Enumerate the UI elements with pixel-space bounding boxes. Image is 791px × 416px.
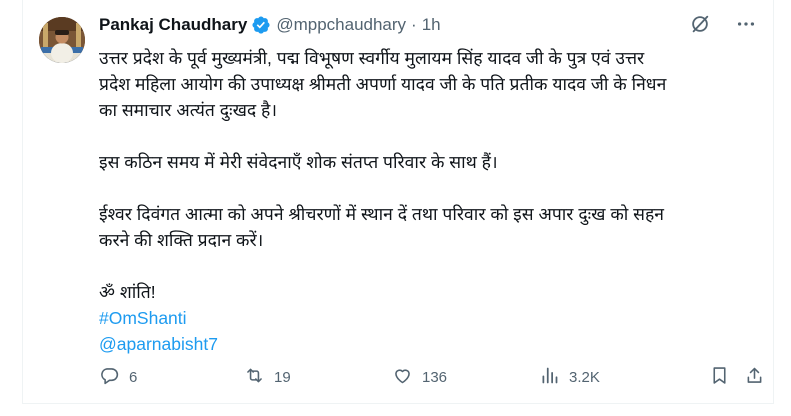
mention-link[interactable]: @aparnabisht7 bbox=[99, 331, 759, 357]
tweet-text: उत्तर प्रदेश के पूर्व मुख्यमंत्री, पद्म … bbox=[99, 45, 759, 357]
separator-dot: · bbox=[411, 15, 417, 34]
reply-icon bbox=[99, 365, 120, 390]
text-line: उत्तर प्रदेश के पूर्व मुख्यमंत्री, पद्म … bbox=[99, 48, 645, 68]
reply-count: 6 bbox=[129, 368, 138, 386]
repost-button[interactable]: 19 bbox=[244, 365, 291, 389]
author-name[interactable]: Pankaj Chaudhary bbox=[99, 15, 247, 35]
paragraph-3: ईश्वर दिवंगत आत्मा को अपने श्रीचरणों में… bbox=[99, 201, 759, 253]
paragraph-1: उत्तर प्रदेश के पूर्व मुख्यमंत्री, पद्म … bbox=[99, 45, 759, 123]
tweet-header: Pankaj Chaudhary @mppchaudhary · 1h bbox=[99, 13, 757, 37]
text-line: का समाचार अत्यंत दुःखद है। bbox=[99, 100, 277, 120]
views-button[interactable]: 3.2K bbox=[539, 365, 600, 389]
repost-icon bbox=[244, 365, 265, 390]
views-count: 3.2K bbox=[569, 368, 600, 386]
tweet-card[interactable]: Pankaj Chaudhary @mppchaudhary · 1h उत्त… bbox=[22, 0, 774, 404]
avatar[interactable] bbox=[39, 17, 85, 63]
reply-button[interactable]: 6 bbox=[99, 365, 137, 389]
header-actions bbox=[689, 13, 757, 35]
text-line: प्रदेश महिला आयोग की उपाध्यक्ष श्रीमती अ… bbox=[99, 74, 667, 94]
like-button[interactable]: 136 bbox=[392, 365, 447, 389]
hashtag-link[interactable]: #OmShanti bbox=[99, 305, 759, 331]
text-line: ईश्वर दिवंगत आत्मा को अपने श्रीचरणों में… bbox=[99, 204, 664, 224]
more-icon[interactable] bbox=[735, 13, 757, 35]
avatar-photo bbox=[39, 17, 85, 63]
share-button[interactable] bbox=[744, 365, 765, 389]
text-line: करने की शक्ति प्रदान करें। bbox=[99, 230, 264, 250]
author-handle[interactable]: @mppchaudhary bbox=[276, 15, 406, 35]
share-icon bbox=[744, 365, 765, 390]
paragraph-4: ॐ शांति! #OmShanti @aparnabisht7 bbox=[99, 279, 759, 357]
bookmark-button[interactable] bbox=[709, 365, 730, 389]
closing-text: ॐ शांति! bbox=[99, 282, 156, 302]
like-count: 136 bbox=[422, 368, 448, 386]
grok-icon[interactable] bbox=[689, 13, 711, 35]
views-icon bbox=[539, 365, 560, 390]
timestamp[interactable]: 1h bbox=[422, 15, 441, 35]
paragraph-2: इस कठिन समय में मेरी संवेदनाएँ शोक संतप्… bbox=[99, 149, 759, 175]
bookmark-icon bbox=[709, 365, 730, 390]
action-bar: 6 19 136 3.2K bbox=[99, 365, 763, 389]
text-line: इस कठिन समय में मेरी संवेदनाएँ शोक संतप्… bbox=[99, 152, 498, 172]
repost-count: 19 bbox=[274, 368, 291, 386]
like-icon bbox=[392, 365, 413, 390]
verified-badge-icon bbox=[251, 15, 271, 35]
